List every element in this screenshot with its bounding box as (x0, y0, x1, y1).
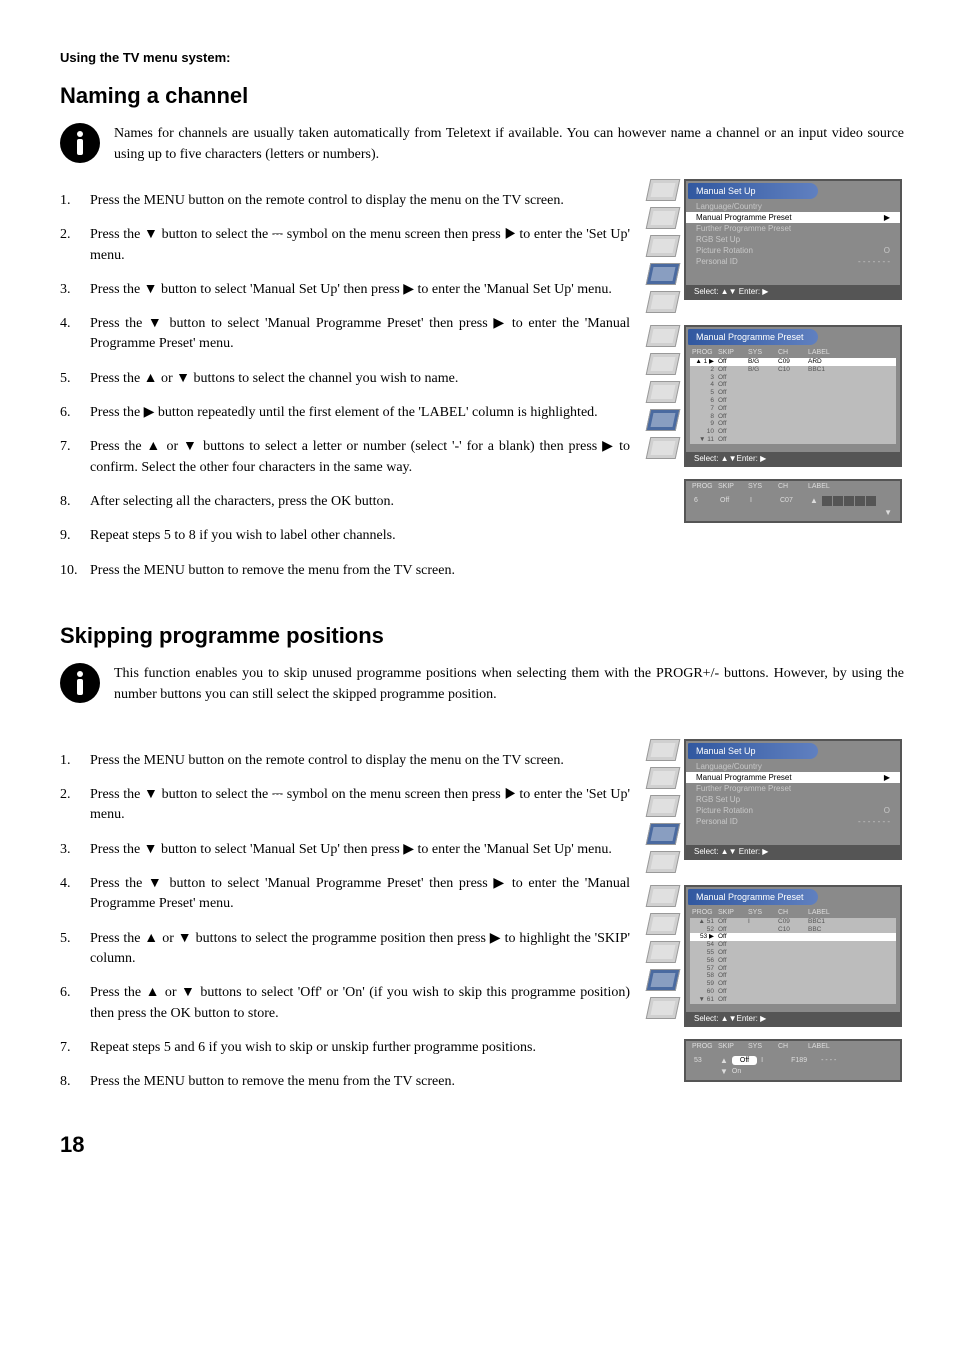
menu-item: Further Programme Preset (686, 223, 900, 234)
info-icon (60, 663, 100, 703)
table-row: 5Off (690, 389, 896, 397)
table-row: 9Off (690, 420, 896, 428)
tv-screenshot-label-detail: PROG SKIP SYS CH LABEL 6 Off I C07 ▲ ▼ (684, 479, 902, 523)
table-row: 55Off (690, 949, 896, 957)
list-item: Repeat steps 5 and 6 if you wish to skip… (60, 1038, 630, 1058)
section2-info: This function enables you to skip unused… (114, 663, 904, 705)
list-item: Press the ▲ or ▼ buttons to select a let… (60, 437, 630, 478)
menu-icon-stack (648, 325, 678, 459)
list-item: Repeat steps 5 to 8 if you wish to label… (60, 526, 630, 546)
menu-item: Personal ID- - - - - - - (686, 256, 900, 267)
list-item: Press the ▼ button to select the ⎓ symbo… (60, 785, 630, 826)
menu-item-highlighted: Manual Programme Preset▶ (686, 772, 900, 783)
table-row: 7Off (690, 405, 896, 413)
menu-item: Picture RotationO (686, 805, 900, 816)
menu-title: Manual Programme Preset (688, 889, 818, 905)
menu-footer: Select: ▲▼ Enter: ▶ (686, 285, 900, 298)
table-row: ▲ 1 ▶OffB/GC09ARD (690, 358, 896, 366)
table-row: ▼ 61Off (690, 996, 896, 1004)
menu-footer: Select: ▲▼ Enter: ▶ (686, 845, 900, 858)
list-item: Press the ▼ button to select 'Manual Set… (60, 840, 630, 860)
tv-screenshot-programme-preset: Manual Programme Preset PROG SKIP SYS CH… (648, 325, 904, 467)
section2-title: Skipping programme positions (60, 623, 904, 649)
list-item: Press the ▼ button to select 'Manual Pro… (60, 314, 630, 355)
table-row: 3Off (690, 374, 896, 382)
list-item: Press the ▲ or ▼ buttons to select the c… (60, 369, 630, 389)
list-item: Press the ▶ button repeatedly until the … (60, 403, 630, 423)
list-item: After selecting all the characters, pres… (60, 492, 630, 512)
table-row: 57Off (690, 965, 896, 973)
table-row: 56Off (690, 957, 896, 965)
list-item: Press the ▲ or ▼ buttons to select 'Off'… (60, 983, 630, 1024)
table-row: 60Off (690, 988, 896, 996)
menu-item: RGB Set Up (686, 794, 900, 805)
info-icon (60, 123, 100, 163)
table-header: PROG SKIP SYS CH LABEL (686, 347, 900, 358)
menu-item: Language/Country (686, 761, 900, 772)
table-row: 6Off (690, 397, 896, 405)
tv-screenshot-programme-preset: Manual Programme Preset PROG SKIP SYS CH… (648, 885, 904, 1027)
list-item: Press the MENU button on the remote cont… (60, 751, 630, 771)
table-row: ▲ 51OffIC09BBC1 (690, 918, 896, 926)
table-row: 2OffB/GC10BBC1 (690, 366, 896, 374)
list-item: Press the ▼ button to select the ⎓ symbo… (60, 225, 630, 266)
menu-icon-stack (648, 179, 678, 313)
menu-icon-stack (648, 739, 678, 873)
page-subheader: Using the TV menu system: (60, 50, 904, 65)
table-header: PROG SKIP SYS CH LABEL (686, 481, 900, 492)
menu-title: Manual Programme Preset (688, 329, 818, 345)
list-item: Press the MENU button to remove the menu… (60, 1072, 630, 1092)
table-row: 54Off (690, 941, 896, 949)
table-row: 59Off (690, 980, 896, 988)
menu-item: Personal ID- - - - - - - (686, 816, 900, 827)
table-header: PROG SKIP SYS CH LABEL (686, 907, 900, 918)
menu-footer: Select: ▲▼Enter: ▶ (686, 452, 900, 465)
tv-screenshot-skip-detail: PROG SKIP SYS CH LABEL 53 ▲ Off I F189 -… (684, 1039, 902, 1082)
table-row: 4Off (690, 381, 896, 389)
section2-steps: Press the MENU button on the remote cont… (60, 751, 630, 1093)
table-row: 58Off (690, 972, 896, 980)
table-row: 8Off (690, 413, 896, 421)
menu-footer: Select: ▲▼Enter: ▶ (686, 1012, 900, 1025)
section1-steps: Press the MENU button on the remote cont… (60, 191, 630, 581)
list-item: Press the MENU button on the remote cont… (60, 191, 630, 211)
table-row: 52OffC10BBC (690, 926, 896, 934)
menu-item: Picture RotationO (686, 245, 900, 256)
section1-info: Names for channels are usually taken aut… (114, 123, 904, 165)
list-item: Press the ▼ button to select 'Manual Pro… (60, 874, 630, 915)
list-item: Press the ▼ button to select 'Manual Set… (60, 280, 630, 300)
table-row: 10Off (690, 428, 896, 436)
menu-title: Manual Set Up (688, 743, 818, 759)
tv-screenshot-manual-setup: Manual Set Up Language/Country Manual Pr… (648, 179, 904, 313)
page-number: 18 (60, 1132, 904, 1158)
menu-title: Manual Set Up (688, 183, 818, 199)
menu-item: RGB Set Up (686, 234, 900, 245)
menu-icon-stack (648, 885, 678, 1019)
menu-item-highlighted: Manual Programme Preset▶ (686, 212, 900, 223)
menu-item: Language/Country (686, 201, 900, 212)
table-row: 53 ▶Off (690, 933, 896, 941)
menu-item: Further Programme Preset (686, 783, 900, 794)
list-item: Press the MENU button to remove the menu… (60, 561, 630, 581)
table-header: PROG SKIP SYS CH LABEL (686, 1041, 900, 1052)
tv-screenshot-manual-setup: Manual Set Up Language/Country Manual Pr… (648, 739, 904, 873)
section1-title: Naming a channel (60, 83, 904, 109)
table-row: ▼ 11Off (690, 436, 896, 444)
list-item: Press the ▲ or ▼ buttons to select the p… (60, 929, 630, 970)
